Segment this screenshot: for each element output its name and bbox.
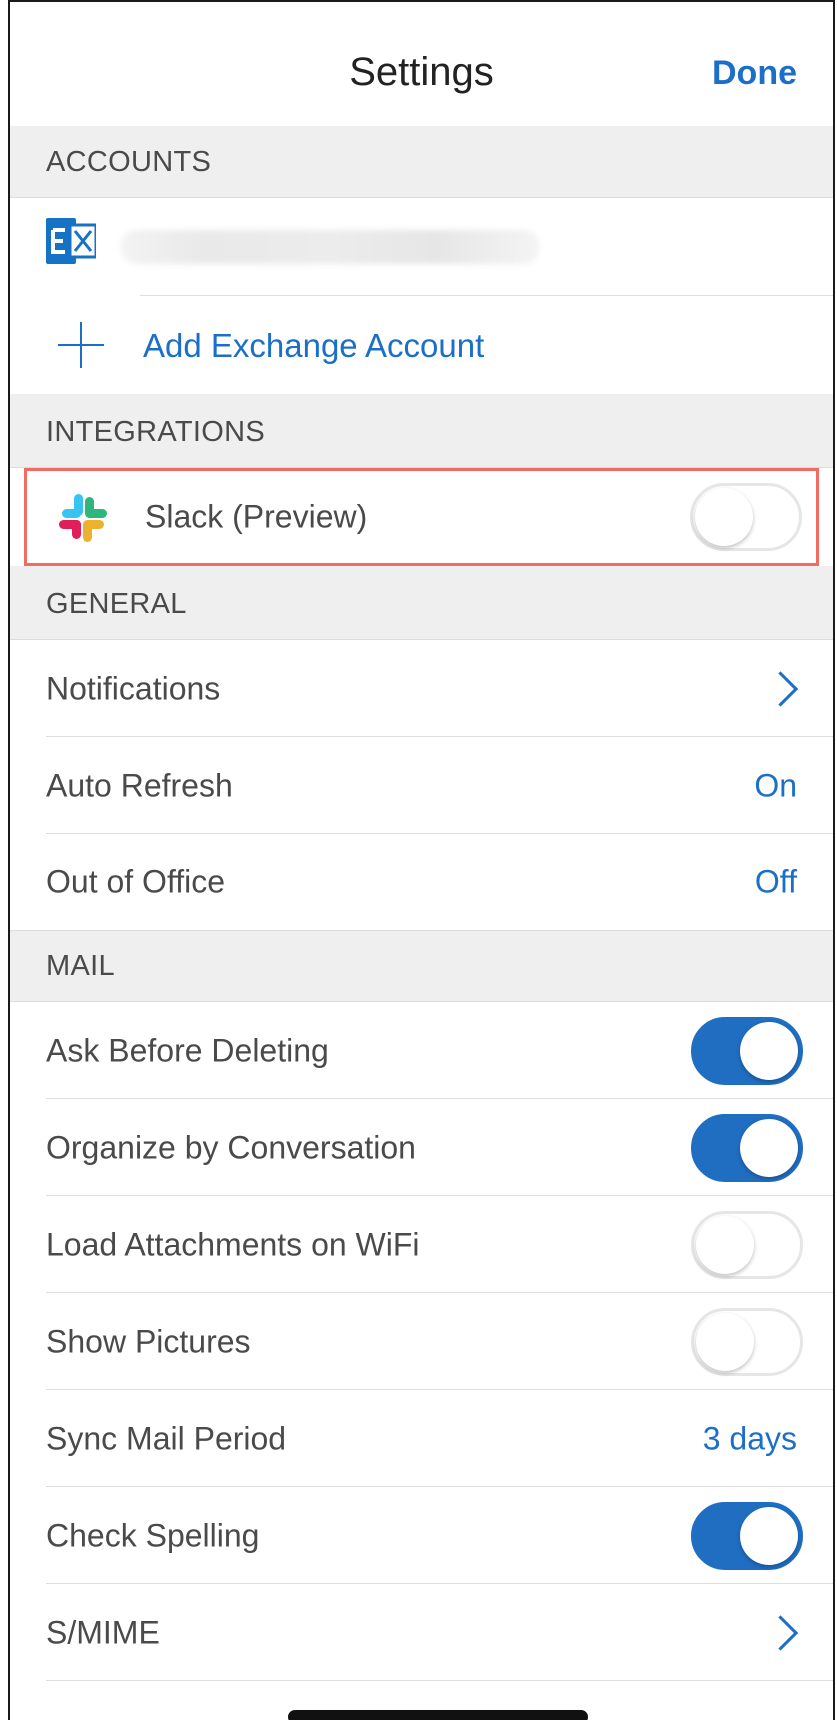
check-spelling-label: Check Spelling (46, 1517, 260, 1553)
smime-label: S/MIME (46, 1614, 160, 1650)
load-attachments-toggle[interactable] (691, 1210, 803, 1279)
sync-mail-period-row[interactable]: Sync Mail Period 3 days (10, 1390, 833, 1487)
organize-by-conversation-label: Organize by Conversation (46, 1129, 416, 1165)
toggle-knob (740, 1506, 798, 1565)
slack-integration-row[interactable]: Slack (Preview) (24, 468, 819, 566)
show-pictures-label: Show Pictures (46, 1323, 251, 1359)
out-of-office-row[interactable]: Out of Office Off (10, 834, 833, 930)
check-spelling-row: Check Spelling (10, 1487, 833, 1584)
notifications-label: Notifications (46, 670, 221, 706)
page-title: Settings (349, 50, 494, 94)
section-title-mail: MAIL (46, 950, 115, 982)
slack-icon (59, 494, 107, 542)
show-pictures-toggle[interactable] (691, 1307, 803, 1376)
check-spelling-toggle[interactable] (691, 1501, 803, 1570)
toggle-knob (696, 1312, 754, 1371)
sync-mail-period-value: 3 days (702, 1420, 797, 1456)
add-exchange-account-button[interactable]: Add Exchange Account (10, 298, 833, 394)
load-attachments-row: Load Attachments on WiFi (10, 1196, 833, 1293)
auto-refresh-label: Auto Refresh (46, 767, 233, 803)
toggle-knob (740, 1021, 798, 1080)
settings-screen: Settings Done ACCOUNTS Add Exchange Acco… (8, 0, 835, 1720)
section-header-accounts: ACCOUNTS (10, 126, 833, 198)
auto-refresh-value: On (754, 767, 797, 803)
exchange-icon (46, 218, 96, 264)
toggle-knob (740, 1118, 798, 1177)
divider (46, 1680, 833, 1681)
slack-label: Slack (Preview) (145, 498, 368, 535)
navigation-bar: Settings Done (10, 2, 833, 127)
section-title-general: GENERAL (46, 588, 187, 620)
load-attachments-label: Load Attachments on WiFi (46, 1226, 420, 1262)
out-of-office-label: Out of Office (46, 863, 226, 900)
chevron-right-icon (762, 670, 799, 707)
add-exchange-account-label: Add Exchange Account (143, 327, 485, 364)
sync-mail-period-label: Sync Mail Period (46, 1420, 287, 1456)
plus-icon (58, 322, 104, 368)
organize-by-conversation-toggle[interactable] (691, 1113, 803, 1182)
organize-by-conversation-row: Organize by Conversation (10, 1099, 833, 1196)
section-header-mail: MAIL (10, 930, 833, 1002)
account-row[interactable] (10, 198, 833, 295)
toggle-knob (696, 1215, 754, 1274)
out-of-office-value: Off (754, 863, 797, 900)
section-header-integrations: INTEGRATIONS (10, 394, 833, 468)
ask-before-deleting-row: Ask Before Deleting (10, 1002, 833, 1099)
home-indicator (288, 1710, 588, 1720)
chevron-right-icon (762, 1614, 799, 1651)
section-header-general: GENERAL (10, 566, 833, 640)
notifications-row[interactable]: Notifications (10, 640, 833, 737)
section-title-accounts: ACCOUNTS (46, 146, 212, 178)
account-email-redacted (120, 230, 540, 264)
ask-before-deleting-toggle[interactable] (691, 1016, 803, 1085)
slack-toggle[interactable] (690, 483, 802, 551)
auto-refresh-row[interactable]: Auto Refresh On (10, 737, 833, 834)
section-title-integrations: INTEGRATIONS (46, 416, 265, 448)
smime-row[interactable]: S/MIME (10, 1584, 833, 1681)
show-pictures-row: Show Pictures (10, 1293, 833, 1390)
ask-before-deleting-label: Ask Before Deleting (46, 1032, 329, 1068)
divider (140, 295, 833, 296)
done-button[interactable]: Done (712, 54, 797, 93)
toggle-knob (695, 488, 753, 546)
